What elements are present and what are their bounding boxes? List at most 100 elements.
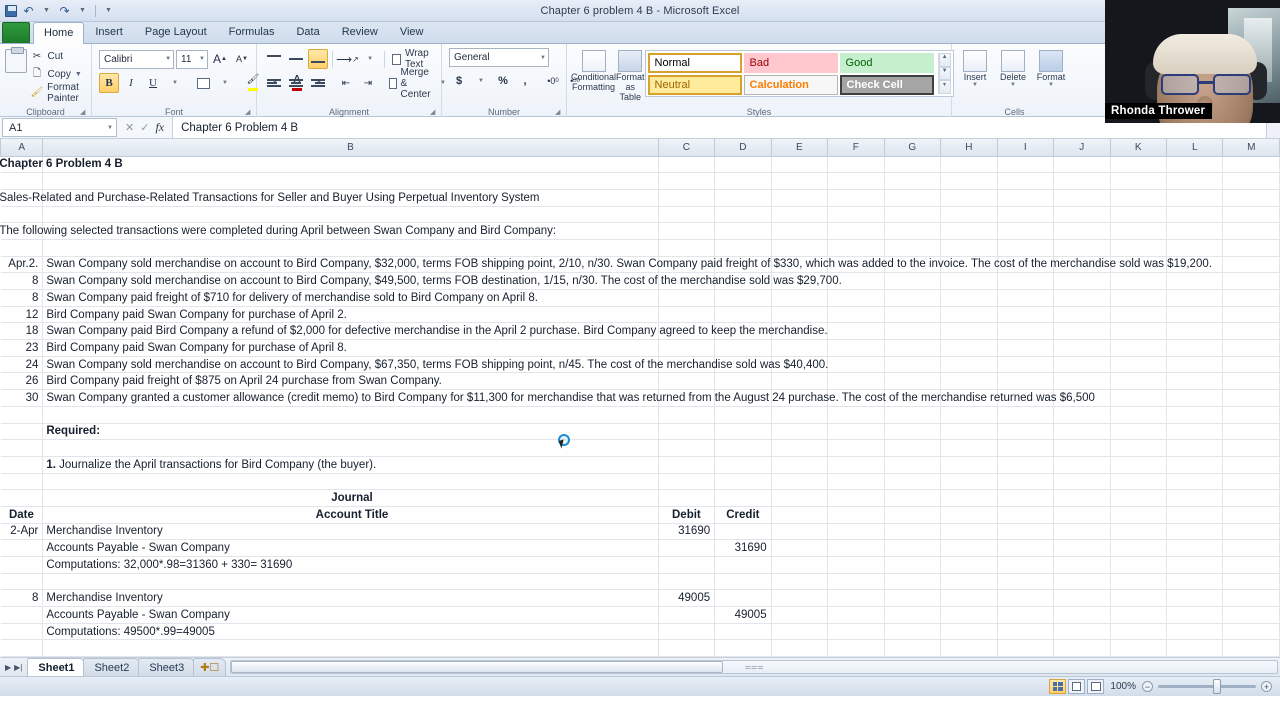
tab-review[interactable]: Review	[331, 21, 389, 43]
cell-h[interactable]	[940, 423, 998, 441]
cell-i[interactable]	[997, 473, 1055, 491]
cell-c[interactable]	[658, 489, 716, 507]
cut-button[interactable]: ✂ Cut	[30, 48, 87, 65]
cell-l[interactable]	[1166, 306, 1224, 324]
cell-styles-gallery[interactable]: Normal Bad Good Neutral Calculation Chec…	[644, 50, 954, 97]
cell-f[interactable]	[827, 523, 885, 541]
cell-k[interactable]	[1110, 639, 1168, 657]
cell-l[interactable]	[1166, 356, 1224, 374]
paste-button[interactable]	[4, 47, 28, 101]
cell-g[interactable]	[884, 473, 942, 491]
cell-b[interactable]: Bird Company paid freight of $875 on Apr…	[42, 372, 659, 391]
cell-k[interactable]	[1110, 623, 1168, 641]
file-tab[interactable]	[2, 22, 30, 43]
cell-m[interactable]	[1222, 456, 1280, 474]
cell-l[interactable]	[1166, 239, 1224, 257]
cell-m[interactable]	[1222, 523, 1280, 541]
cell-k[interactable]	[1110, 456, 1168, 474]
next-sheet-icon[interactable]: ▶	[5, 663, 11, 672]
cell-i[interactable]	[997, 222, 1055, 240]
cell-k[interactable]	[1110, 289, 1168, 307]
cell-b[interactable]: Swan Company paid freight of $710 for de…	[42, 289, 659, 307]
cell-h[interactable]	[940, 623, 998, 641]
cell-g[interactable]	[884, 156, 942, 174]
cell-g[interactable]	[884, 372, 942, 391]
cell-i[interactable]	[997, 506, 1055, 524]
cell-h[interactable]	[940, 306, 998, 324]
cell-j[interactable]	[1053, 206, 1111, 224]
orientation-dropdown-icon[interactable]: ▼	[360, 49, 380, 69]
cell-m[interactable]	[1222, 439, 1280, 457]
cell-h[interactable]	[940, 239, 998, 257]
column-header-h[interactable]: H	[940, 139, 998, 157]
percent-style-icon[interactable]: %	[493, 71, 513, 91]
cell-g[interactable]	[884, 239, 942, 257]
merge-center-button[interactable]: Merge & Center ▼	[386, 67, 449, 100]
cell-b[interactable]	[42, 639, 659, 657]
cell-e[interactable]	[771, 222, 829, 240]
cell-k[interactable]	[1110, 489, 1168, 507]
column-header-k[interactable]: K	[1109, 139, 1168, 157]
cell-f[interactable]	[827, 339, 885, 357]
cell-a[interactable]	[0, 489, 44, 507]
cell-e[interactable]	[771, 439, 829, 457]
cell-j[interactable]	[1053, 573, 1111, 591]
cell-e[interactable]	[771, 239, 829, 257]
cell-m[interactable]	[1222, 406, 1280, 424]
grid-row[interactable]: 26 Bird Company paid freight of $875 on A…	[0, 372, 1280, 391]
grid-row[interactable]: Chapter 6 Problem 4 B	[0, 156, 1280, 174]
grid-row[interactable]: 2-Apr Merchandise Inventory 31690	[0, 523, 1280, 541]
grid-row[interactable]: 8 Swan Company paid freight of $710 for d…	[0, 289, 1280, 307]
cell-e[interactable]	[771, 406, 829, 424]
view-buttons[interactable]	[1049, 679, 1105, 694]
delete-cells-button[interactable]: Delete ▼	[994, 48, 1032, 88]
cell-g[interactable]	[884, 339, 942, 357]
align-right-icon[interactable]	[308, 73, 328, 93]
cell-m[interactable]	[1222, 389, 1280, 407]
cell-i[interactable]	[997, 406, 1055, 424]
cell-h[interactable]	[940, 473, 998, 491]
cell-a[interactable]: 24	[0, 356, 44, 374]
cell-l[interactable]	[1166, 339, 1224, 357]
format-cells-button[interactable]: Format ▼	[1032, 48, 1070, 88]
cell-c[interactable]	[658, 623, 716, 641]
cell-h[interactable]	[940, 639, 998, 657]
cell-f[interactable]	[827, 206, 885, 224]
enter-entry-icon[interactable]: ✓	[140, 121, 149, 134]
grid-row[interactable]	[0, 406, 1280, 424]
cell-b[interactable]: Chapter 6 Problem 4 B	[0, 156, 659, 174]
cell-k[interactable]	[1110, 239, 1168, 257]
cell-h[interactable]	[940, 172, 998, 190]
cell-f[interactable]	[827, 406, 885, 424]
sheet-tab-sheet1[interactable]: Sheet1	[27, 658, 86, 676]
cell-m[interactable]	[1222, 339, 1280, 357]
format-painter-button[interactable]: 🖌 Format Painter	[30, 82, 87, 104]
more-styles-icon[interactable]: ▾	[938, 80, 951, 95]
cell-d[interactable]	[714, 289, 772, 307]
scroll-down-icon[interactable]: ▼	[938, 66, 951, 81]
grow-font-icon[interactable]: A ▲	[210, 49, 230, 69]
cell-d[interactable]	[714, 439, 772, 457]
cell-j[interactable]	[1053, 289, 1111, 307]
tab-insert[interactable]: Insert	[84, 21, 134, 43]
column-header-g[interactable]: G	[883, 139, 942, 157]
column-header-f[interactable]: F	[827, 139, 885, 157]
grid-row[interactable]: 30 Swan Company granted a customer allowa…	[0, 389, 1280, 407]
cell-l[interactable]	[1166, 556, 1224, 574]
cell-l[interactable]	[1166, 272, 1224, 290]
cell-d[interactable]: 49005	[714, 606, 772, 624]
cell-c[interactable]: Debit	[658, 506, 716, 524]
cell-b[interactable]	[42, 239, 659, 257]
cell-j[interactable]	[1053, 556, 1111, 574]
zoom-level[interactable]: 100%	[1110, 681, 1136, 692]
grid-row[interactable]: Date Account Title Debit Credit	[0, 506, 1280, 524]
grid-row[interactable]: Required:	[0, 423, 1280, 441]
cell-f[interactable]	[827, 573, 885, 591]
cell-l[interactable]	[1166, 639, 1224, 657]
grid-row[interactable]: Computations: 32,000*.98=31360 + 330= 31…	[0, 556, 1280, 574]
cell-a[interactable]	[0, 239, 44, 257]
cell-l[interactable]	[1166, 473, 1224, 491]
cell-a[interactable]	[0, 439, 44, 457]
grid-row[interactable]: Apr.2. Swan Company sold merchandise on a…	[0, 256, 1280, 274]
cell-h[interactable]	[940, 556, 998, 574]
